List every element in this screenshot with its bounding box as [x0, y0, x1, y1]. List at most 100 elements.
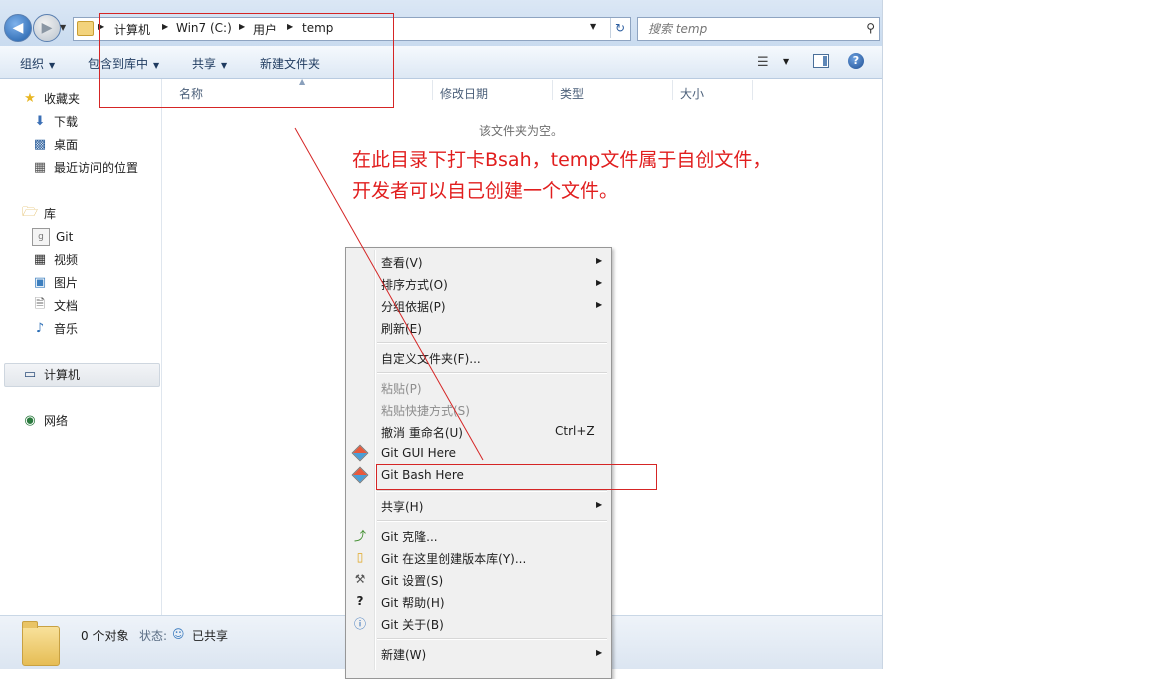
recent-places-icon: ▦: [33, 160, 47, 175]
menu-shortcut: Ctrl+Z: [555, 424, 595, 438]
git-create-repo-icon: ▯: [356, 550, 364, 564]
object-count: 0 个对象: [81, 629, 129, 643]
sidebar-label: Git: [56, 230, 74, 244]
folder-icon: [22, 621, 60, 666]
sidebar-item-favorites[interactable]: ★ 收藏夹: [22, 90, 80, 107]
search-input[interactable]: [646, 20, 850, 38]
submenu-arrow-icon: ▶: [596, 648, 603, 657]
sidebar-label: 收藏夹: [44, 92, 81, 106]
git-clone-icon: ⤴: [353, 528, 366, 543]
music-icon: ♪: [35, 321, 45, 336]
column-divider[interactable]: [752, 80, 753, 100]
menu-item-paste: 粘贴(P): [348, 376, 609, 398]
column-divider[interactable]: [432, 80, 433, 100]
sidebar-item-videos[interactable]: ▦ 视频: [32, 251, 78, 268]
sidebar-item-recent[interactable]: ▦ 最近访问的位置: [32, 159, 138, 176]
submenu-arrow-icon: ▶: [596, 256, 603, 265]
menu-label: Git 克隆...: [381, 530, 438, 544]
menu-item-new[interactable]: 新建(W) ▶: [348, 642, 609, 664]
forward-arrow-icon: ▶: [41, 20, 53, 36]
context-menu: 查看(V) ▶ 排序方式(O) ▶ 分组依据(P) ▶ 刷新(E) 自定义文件夹(F)…: [345, 247, 612, 679]
git-library-icon: g: [32, 228, 50, 246]
annotation-address-highlight: [99, 13, 394, 108]
recent-pages-dropdown-icon[interactable]: ▼: [60, 23, 66, 32]
column-header-size[interactable]: 大小: [680, 85, 704, 102]
menu-item-git-clone[interactable]: ⤴ Git 克隆...: [348, 524, 609, 546]
menu-label: 粘贴快捷方式(S): [381, 404, 470, 418]
menu-item-git-gui[interactable]: Git GUI Here: [348, 442, 609, 464]
menu-item-view[interactable]: 查看(V) ▶: [348, 250, 609, 272]
sidebar-label: 文档: [54, 299, 79, 313]
menu-label: 排序方式(O): [381, 278, 448, 292]
submenu-arrow-icon: ▶: [596, 500, 603, 509]
menu-item-git-create-repo[interactable]: ▯ Git 在这里创建版本库(Y)...: [348, 546, 609, 568]
menu-label: 共享(H): [381, 500, 424, 514]
sidebar-item-downloads[interactable]: ⬇ 下载: [32, 113, 78, 130]
menu-label: Git 在这里创建版本库(Y)...: [381, 552, 527, 566]
sidebar-label: 网络: [44, 414, 69, 428]
status-label: 状态:: [139, 629, 168, 643]
menu-separator: [377, 342, 607, 344]
info-icon: ⓘ: [353, 616, 366, 631]
navigation-pane: ★ 收藏夹 ⬇ 下载 ▩ 桌面 ▦ 最近访问的位置 🗁 库 g Git ▦ 视频 ▣ 图片 🗎 文…: [0, 79, 162, 615]
address-history-dropdown-icon[interactable]: ▼: [590, 22, 596, 31]
menu-item-share[interactable]: 共享(H) ▶: [348, 494, 609, 516]
sidebar-item-network[interactable]: ◉ 网络: [22, 412, 68, 429]
organize-button[interactable]: 组织 ▼: [20, 55, 55, 72]
menu-separator: [377, 490, 607, 492]
menu-item-undo-rename[interactable]: 撤消 重命名(U) Ctrl+Z: [348, 420, 609, 442]
chevron-down-icon[interactable]: ▼: [783, 57, 789, 66]
menu-separator: [377, 372, 607, 374]
help-icon: ?: [356, 594, 364, 608]
view-options-icon[interactable]: ☰: [757, 55, 769, 70]
menu-label: Git GUI Here: [381, 446, 457, 460]
menu-label: Git 关于(B): [381, 618, 444, 632]
search-box[interactable]: ⚲: [637, 17, 880, 41]
pictures-icon: ▣: [33, 275, 47, 290]
back-button[interactable]: ◀: [4, 14, 32, 42]
star-icon: ★: [24, 91, 36, 106]
menu-label: 自定义文件夹(F)...: [381, 352, 481, 366]
sidebar-item-libraries[interactable]: 🗁 库: [22, 205, 56, 222]
sidebar-label: 视频: [54, 253, 79, 267]
column-divider[interactable]: [552, 80, 553, 100]
status-value: 已共享: [192, 629, 229, 643]
menu-item-git-help[interactable]: ? Git 帮助(H): [348, 590, 609, 612]
menu-item-paste-shortcut: 粘贴快捷方式(S): [348, 398, 609, 420]
column-divider[interactable]: [672, 80, 673, 100]
menu-label: 新建(W): [381, 648, 427, 662]
menu-label: Git 帮助(H): [381, 596, 445, 610]
column-header-type[interactable]: 类型: [560, 85, 584, 102]
sidebar-item-desktop[interactable]: ▩ 桌面: [32, 136, 78, 153]
sidebar-item-pictures[interactable]: ▣ 图片: [32, 274, 78, 291]
column-header-modified[interactable]: 修改日期: [440, 85, 488, 102]
sidebar-label: 桌面: [54, 138, 79, 152]
sidebar-item-git[interactable]: g Git: [32, 228, 73, 246]
menu-item-group-by[interactable]: 分组依据(P) ▶: [348, 294, 609, 316]
preview-pane-icon[interactable]: [813, 54, 829, 68]
menu-item-sort-by[interactable]: 排序方式(O) ▶: [348, 272, 609, 294]
menu-label: 撤消 重命名(U): [381, 426, 463, 440]
sidebar-item-computer[interactable]: ▭ 计算机: [22, 366, 80, 383]
sidebar-label: 音乐: [54, 322, 79, 336]
sidebar-item-documents[interactable]: 🗎 文档: [32, 297, 78, 314]
menu-separator: [377, 638, 607, 640]
organize-label: 组织: [20, 57, 45, 71]
empty-folder-message: 该文件夹为空。: [479, 124, 564, 138]
submenu-arrow-icon: ▶: [596, 300, 603, 309]
annotation-text: 在此目录下打卡Bsah，temp文件属于自创文件，开发者可以自己创建一个文件。: [352, 149, 772, 202]
menu-item-customize-folder[interactable]: 自定义文件夹(F)...: [348, 346, 609, 368]
annotation-git-bash-highlight: [376, 464, 657, 490]
menu-item-git-about[interactable]: ⓘ Git 关于(B): [348, 612, 609, 634]
help-icon[interactable]: ?: [848, 53, 864, 69]
desktop-icon: ▩: [33, 137, 47, 152]
refresh-icon[interactable]: ↻: [610, 18, 629, 38]
git-icon: [351, 444, 369, 462]
menu-item-git-settings[interactable]: ⚒ Git 设置(S): [348, 568, 609, 590]
forward-button[interactable]: ▶: [33, 14, 61, 42]
back-arrow-icon: ◀: [12, 20, 24, 36]
menu-label: 查看(V): [381, 256, 423, 270]
search-icon[interactable]: ⚲: [866, 21, 875, 35]
menu-item-refresh[interactable]: 刷新(E): [348, 316, 609, 338]
sidebar-item-music[interactable]: ♪ 音乐: [32, 320, 78, 337]
